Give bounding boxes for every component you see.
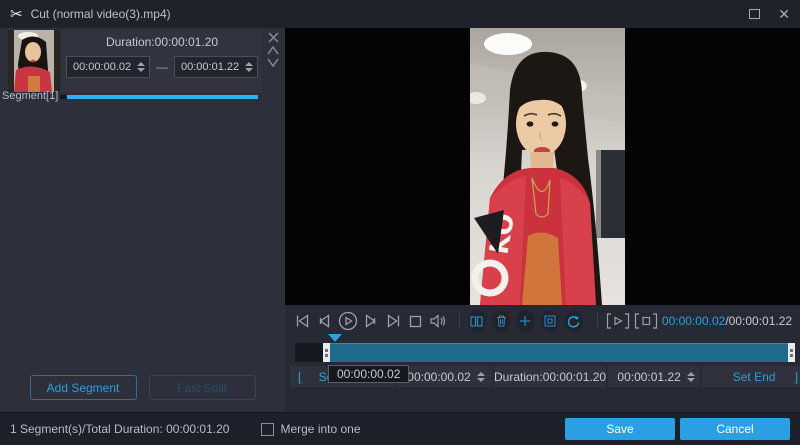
trim-end-value[interactable] bbox=[609, 370, 683, 384]
play-button[interactable] bbox=[338, 310, 358, 332]
next-frame-icon bbox=[363, 314, 378, 328]
reset-button[interactable] bbox=[565, 310, 583, 332]
skip-to-start-button[interactable] bbox=[293, 310, 311, 332]
play-segment-button[interactable] bbox=[606, 310, 630, 332]
range-dash: — bbox=[156, 60, 168, 74]
timeline[interactable]: 00:00:00.02 bbox=[295, 334, 795, 362]
stop-segment-icon bbox=[634, 313, 658, 329]
maximize-icon bbox=[749, 9, 760, 19]
timeline-track[interactable] bbox=[295, 343, 795, 362]
segment-thumbnail[interactable] bbox=[8, 30, 60, 92]
trim-start-input[interactable] bbox=[396, 366, 492, 387]
timeline-leading-area bbox=[295, 343, 323, 362]
reset-icon bbox=[567, 315, 580, 328]
plus-icon bbox=[519, 315, 531, 327]
window-title: Cut (normal video(3).mp4) bbox=[31, 7, 171, 21]
merge-checkbox[interactable] bbox=[261, 423, 274, 436]
copy-segment-button[interactable] bbox=[541, 310, 559, 332]
volume-button[interactable] bbox=[428, 310, 446, 332]
segment-end-value[interactable] bbox=[175, 61, 241, 73]
segments-summary: 1 Segment(s)/Total Duration: 00:00:01.20 bbox=[10, 422, 229, 436]
segment-name-label: Segment[1] bbox=[0, 90, 60, 102]
playback-controls: 00:00:00.02/00:00:01.22 bbox=[285, 308, 800, 334]
next-frame-button[interactable] bbox=[362, 310, 380, 332]
segment-start-value[interactable] bbox=[67, 61, 133, 73]
add-button[interactable] bbox=[516, 310, 534, 332]
delete-button[interactable] bbox=[492, 310, 510, 332]
trim-start-stepper[interactable] bbox=[473, 372, 489, 382]
play-segment-icon bbox=[606, 313, 630, 329]
segment-end-input[interactable] bbox=[174, 56, 258, 78]
maximize-button[interactable] bbox=[749, 9, 760, 19]
total-time: /00:00:01.22 bbox=[725, 314, 792, 328]
trim-end-input[interactable] bbox=[608, 366, 700, 387]
play-icon bbox=[338, 311, 358, 331]
move-segment-down-icon[interactable] bbox=[267, 58, 279, 67]
status-bar: 1 Segment(s)/Total Duration: 00:00:01.20… bbox=[0, 412, 800, 445]
set-end-label: Set End bbox=[733, 370, 776, 384]
previous-frame-button[interactable] bbox=[315, 310, 333, 332]
start-bracket: [ bbox=[298, 370, 301, 384]
preview-area: KO bbox=[285, 28, 800, 412]
delete-segment-icon[interactable] bbox=[268, 32, 279, 43]
merge-checkbox-label: Merge into one bbox=[280, 422, 360, 436]
previous-frame-icon bbox=[317, 314, 332, 328]
video-frame-image: KO bbox=[470, 28, 625, 305]
copy-icon bbox=[544, 315, 556, 327]
skip-to-start-icon bbox=[295, 314, 310, 328]
segment-end-stepper[interactable] bbox=[241, 62, 257, 72]
move-segment-up-icon[interactable] bbox=[267, 46, 279, 55]
set-end-button[interactable]: Set End ] bbox=[702, 366, 800, 387]
trim-end-stepper[interactable] bbox=[683, 372, 699, 382]
stop-icon bbox=[409, 315, 422, 328]
playhead-tooltip: 00:00:00.02 bbox=[328, 365, 409, 383]
divider bbox=[597, 313, 598, 329]
divider bbox=[459, 313, 460, 329]
segment-entry[interactable]: Duration:00:00:01.20 — bbox=[0, 28, 285, 103]
split-segment-button[interactable] bbox=[468, 310, 486, 332]
close-button[interactable]: ✕ bbox=[778, 7, 790, 21]
current-time: 00:00:00.02 bbox=[662, 314, 725, 328]
segment-start-stepper[interactable] bbox=[133, 62, 149, 72]
merge-into-one-option[interactable]: Merge into one bbox=[261, 422, 360, 436]
add-segment-button[interactable]: Add Segment bbox=[30, 375, 137, 400]
segment-duration-label: Duration:00:00:01.20 bbox=[62, 30, 262, 49]
segment-progress-bar bbox=[60, 95, 258, 99]
trim-duration-label: Duration:00:00:01.20 bbox=[494, 366, 606, 387]
save-button[interactable]: Save bbox=[565, 418, 675, 440]
time-display: 00:00:00.02/00:00:01.22 bbox=[662, 314, 792, 328]
playhead-marker[interactable] bbox=[328, 334, 342, 342]
skip-to-end-icon bbox=[386, 314, 401, 328]
trim-start-value[interactable] bbox=[399, 370, 473, 384]
fast-split-button[interactable]: Fast Split bbox=[149, 375, 256, 400]
selected-range[interactable] bbox=[330, 343, 788, 362]
segment-list-panel: Duration:00:00:01.20 — bbox=[0, 28, 285, 412]
trash-icon bbox=[496, 315, 507, 327]
cancel-button[interactable]: Cancel bbox=[680, 418, 790, 440]
segment-start-input[interactable] bbox=[66, 56, 150, 78]
trim-start-handle[interactable] bbox=[323, 343, 330, 362]
thumbnail-image bbox=[8, 30, 60, 92]
end-bracket: ] bbox=[795, 370, 798, 384]
segment-detail-box: Duration:00:00:01.20 — bbox=[62, 30, 262, 92]
scissors-icon: ✂ bbox=[10, 7, 23, 22]
skip-to-end-button[interactable] bbox=[384, 310, 402, 332]
trim-end-handle[interactable] bbox=[788, 343, 795, 362]
volume-icon bbox=[429, 314, 447, 328]
title-bar: ✂ Cut (normal video(3).mp4) ✕ bbox=[0, 0, 800, 28]
split-icon bbox=[470, 316, 483, 327]
video-preview: KO bbox=[285, 28, 800, 305]
stop-button[interactable] bbox=[406, 310, 424, 332]
cut-dialog-window: ✂ Cut (normal video(3).mp4) ✕ bbox=[0, 0, 800, 445]
stop-segment-button[interactable] bbox=[634, 310, 658, 332]
